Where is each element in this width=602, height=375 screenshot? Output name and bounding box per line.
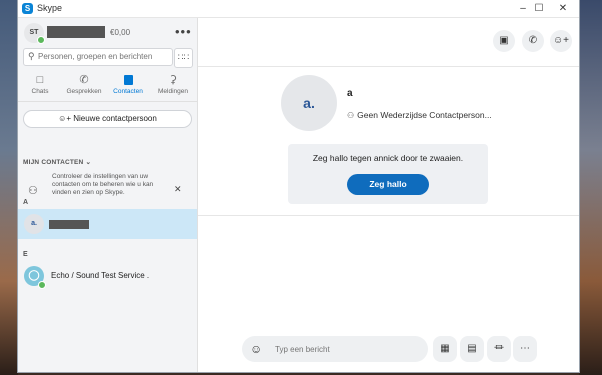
presence-dot — [38, 281, 46, 289]
info-text[interactable]: Controleer de instellingen van uw contac… — [52, 173, 164, 198]
tab-notifications[interactable]: ⚳ Meldingen — [151, 73, 195, 101]
tab-calls[interactable]: ✆ Gesprekken — [62, 73, 106, 101]
contact-name: Echo / Sound Test Service . — [51, 271, 150, 280]
close-icon[interactable]: ✕ — [174, 184, 182, 195]
say-hello-card: Zeg hallo tegen annick door te zwaaien. … — [288, 144, 488, 204]
message-input[interactable] — [275, 342, 415, 356]
group-letter: E — [23, 251, 28, 258]
contact-title: a — [347, 88, 353, 99]
people-icon: ⚇ — [28, 185, 38, 197]
title-bar: S Skype – ☐ ✕ — [18, 0, 579, 18]
main-pane: ▣ ✆ ☺+ a. a ⚇ Geen Wederzijdse Contactper… — [198, 18, 579, 372]
contact-status: ⚇ Geen Wederzijdse Contactperson... — [347, 110, 492, 120]
contact-name-redacted — [49, 220, 89, 229]
skype-credit[interactable]: €0,00 — [110, 28, 130, 37]
more-options-icon[interactable]: ••• — [175, 24, 192, 39]
window-title: Skype — [37, 3, 63, 13]
group-letter: A — [23, 199, 29, 206]
tab-contacts[interactable]: Contacten — [106, 73, 150, 101]
say-hello-text: Zeg hallo tegen annick door te zwaaien. — [312, 153, 464, 163]
phone-icon: ✆ — [79, 74, 89, 86]
header-divider — [198, 66, 579, 67]
contact-row[interactable]: ◯ Echo / Sound Test Service . — [18, 261, 197, 291]
search-box[interactable]: ⚲ — [23, 48, 173, 66]
add-person-icon: ☺+ — [58, 114, 74, 123]
desktop-background-left — [0, 0, 18, 375]
bell-icon: ⚳ — [168, 74, 178, 86]
my-contacts-dropdown[interactable]: MIJN CONTACTEN ⌄ — [23, 158, 91, 166]
emoji-icon[interactable]: ☺ — [250, 341, 262, 357]
tab-label: Meldingen — [158, 88, 188, 95]
search-input[interactable] — [38, 50, 166, 63]
dialpad-icon[interactable]: ∷∷ — [174, 48, 193, 68]
new-contact-button[interactable]: ☺+ Nieuwe contactpersoon — [23, 110, 192, 128]
section-label-text: MIJN CONTACTEN — [23, 159, 84, 166]
new-contact-label: Nieuwe contactpersoon — [73, 114, 157, 123]
chat-icon: □ — [36, 74, 44, 86]
profile-header: ST €0,00 ••• — [23, 22, 193, 44]
contact-row[interactable]: a. — [18, 209, 197, 239]
contacts-icon — [106, 73, 150, 87]
contact-profile-avatar[interactable]: a. — [281, 75, 337, 131]
message-compose-box[interactable]: ☺ — [242, 336, 428, 362]
skype-logo-icon: S — [22, 3, 33, 14]
tab-label: Contacten — [113, 88, 143, 95]
contact-status-text: Geen Wederzijdse Contactperson... — [357, 110, 492, 120]
tab-label: Gesprekken — [66, 88, 102, 95]
close-icon[interactable]: ✕ — [547, 0, 579, 17]
contact-relation-icon: ⚇ — [347, 111, 355, 120]
video-call-icon[interactable]: ▣ — [493, 30, 515, 52]
privacy-info-banner: ⚇ Controleer de instellingen van uw cont… — [23, 172, 190, 208]
audio-call-icon[interactable]: ✆ — [522, 30, 544, 52]
say-hello-button[interactable]: Zeg hallo — [347, 174, 429, 195]
media-gallery-icon[interactable]: ▦ — [433, 336, 457, 362]
contact-avatar: a. — [24, 214, 44, 234]
skype-window: S Skype – ☐ ✕ ST €0,00 ••• ⚲ ∷∷ □ Chats … — [18, 0, 579, 372]
sidebar: ST €0,00 ••• ⚲ ∷∷ □ Chats ✆ Gesprekken C… — [18, 18, 198, 372]
desktop-background-right — [579, 0, 602, 375]
microphone-icon[interactable]: ⏛ — [487, 336, 511, 362]
profile-name-redacted — [47, 26, 105, 38]
content-divider — [198, 215, 579, 216]
search-icon: ⚲ — [28, 51, 35, 61]
contact-card-icon[interactable]: ▤ — [460, 336, 484, 362]
more-actions-icon[interactable]: ⋯ — [513, 336, 537, 362]
tab-chats[interactable]: □ Chats — [18, 73, 62, 101]
add-people-icon[interactable]: ☺+ — [550, 30, 572, 52]
nav-tabs: □ Chats ✆ Gesprekken Contacten ⚳ Melding… — [18, 73, 197, 102]
presence-dot — [37, 36, 45, 44]
tab-label: Chats — [31, 88, 49, 95]
chevron-down-icon: ⌄ — [85, 159, 92, 166]
